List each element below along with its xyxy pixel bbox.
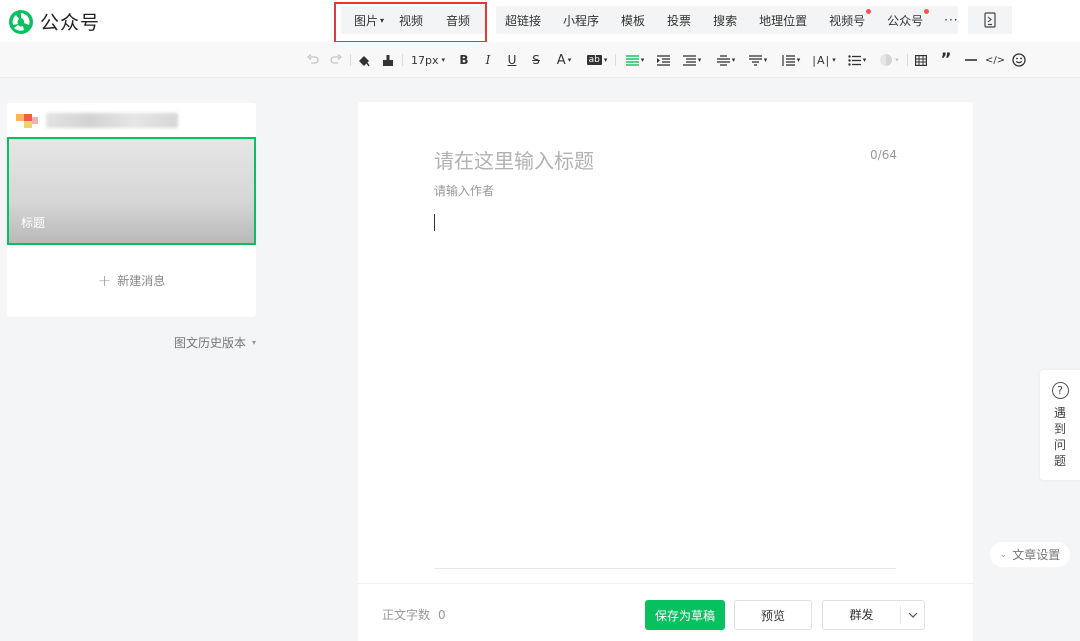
line-height-icon[interactable]: ▾ [779, 52, 803, 68]
line-spacing-top-icon[interactable]: ▾ [714, 52, 738, 68]
background-color-button[interactable]: ab ▾ [585, 52, 609, 68]
insert-channels-button[interactable]: 视频号 [818, 8, 876, 29]
strikethrough-button[interactable]: S [530, 52, 542, 68]
font-color-button[interactable]: A ▾ [554, 52, 574, 68]
account-avatar [16, 114, 38, 128]
title-input[interactable]: 请在这里输入标题 [434, 145, 594, 174]
new-badge-dot [924, 8, 930, 14]
mass-send-label: 群发 [823, 606, 901, 624]
table-icon[interactable] [914, 52, 928, 68]
font-color-glyph: A [556, 52, 566, 68]
bullet-list-icon[interactable]: ▾ [845, 52, 869, 68]
article-list-panel: 标题 + 新建消息 [7, 103, 256, 317]
insert-channels-label: 视频号 [829, 13, 866, 28]
new-message-label: 新建消息 [117, 274, 166, 288]
mass-send-button[interactable]: 群发 [822, 600, 925, 630]
article-settings-label: 文章设置 [1012, 548, 1061, 562]
insert-vote-button[interactable]: 投票 [656, 12, 702, 29]
font-size-select[interactable]: 17px ▾ [410, 52, 446, 68]
line-spacing-bottom-icon[interactable]: ▾ [746, 52, 770, 68]
insert-link-button[interactable]: 超链接 [496, 12, 552, 29]
word-count-label: 正文字数 [382, 608, 431, 622]
article-cover-selected[interactable]: 标题 [7, 137, 256, 245]
mobile-preview-button[interactable] [968, 6, 1012, 34]
word-count-value: 0 [438, 608, 446, 622]
help-label: 遇到问题 [1053, 406, 1066, 468]
align-left-icon[interactable]: ▾ [623, 52, 647, 68]
chevron-down-icon[interactable] [901, 612, 924, 618]
insert-official-account-label: 公众号 [887, 13, 924, 28]
undo-icon[interactable] [305, 52, 319, 68]
format-toolbar: 17px ▾ B I U S A ▾ ab ▾ ▾ ▾ ▾ ▾ ▾ |A| ▾ ▾ ▾ … [0, 42, 1080, 78]
article-settings-button[interactable]: ⌄ 文章设置 [990, 542, 1070, 567]
top-header: 公众号 图片 ▾ 视频 音频 超链接 小程序 模板 投票 搜索 地理位置 视频号 … [0, 0, 1080, 42]
question-icon: ? [1051, 382, 1069, 399]
chevron-down-icon: ▾ [567, 56, 572, 64]
title-char-counter: 0/64 [870, 148, 897, 162]
insert-tools-group: 超链接 小程序 模板 投票 搜索 地理位置 视频号 公众号 ··· [496, 6, 958, 34]
emoji-icon[interactable] [1011, 52, 1027, 68]
author-input[interactable]: 请输入作者 [434, 182, 494, 199]
new-badge-dot [866, 8, 872, 14]
plus-icon: + [97, 271, 112, 290]
more-button[interactable]: ··· [934, 13, 968, 27]
insert-location-button[interactable]: 地理位置 [748, 12, 818, 29]
cover-title: 标题 [21, 216, 46, 230]
bold-button[interactable]: B [458, 52, 470, 68]
history-versions-button[interactable]: 图文历史版本 ▾ [174, 334, 256, 351]
insert-official-account-button[interactable]: 公众号 [876, 8, 934, 29]
chevron-down-icon: ▾ [603, 56, 608, 64]
editor-divider [434, 568, 896, 569]
clear-format-icon[interactable] [356, 52, 372, 68]
new-message-button[interactable]: + 新建消息 [7, 271, 256, 290]
help-floating-card[interactable]: ? 遇到问题 [1040, 370, 1080, 480]
redo-icon[interactable] [329, 52, 343, 68]
letter-spacing-icon[interactable]: |A| ▾ [812, 52, 836, 68]
underline-button[interactable]: U [506, 52, 518, 68]
preview-button[interactable]: 预览 [734, 600, 812, 630]
phone-icon [984, 12, 996, 28]
format-painter-icon[interactable] [381, 52, 395, 68]
wechat-logo-icon [9, 9, 33, 34]
dark-mode-toggle-icon[interactable]: ▾ [877, 52, 901, 68]
insert-template-button[interactable]: 模板 [610, 12, 656, 29]
double-chevron-down-icon: ⌄ [999, 549, 1008, 560]
history-label: 图文历史版本 [174, 336, 247, 350]
chevron-down-icon: ▾ [441, 56, 445, 64]
annotation-highlight-box [334, 2, 487, 43]
editor-footer: 正文字数 0 保存为草稿 预览 群发 [358, 583, 973, 641]
font-size-value: 17px [410, 53, 439, 67]
editor-area: 请在这里输入标题 0/64 请输入作者 [358, 102, 973, 641]
insert-search-button[interactable]: 搜索 [702, 12, 748, 29]
save-draft-button[interactable]: 保存为草稿 [645, 600, 725, 630]
quote-icon[interactable]: ” [939, 50, 953, 70]
chevron-down-icon: ▾ [252, 338, 257, 347]
text-caret[interactable] [434, 214, 435, 231]
word-count: 正文字数 0 [382, 606, 446, 623]
logo[interactable]: 公众号 [8, 8, 100, 35]
code-icon[interactable]: </> [985, 52, 1005, 68]
indent-icon[interactable] [656, 52, 670, 68]
account-name-blurred [46, 112, 178, 128]
insert-miniprogram-button[interactable]: 小程序 [552, 12, 610, 29]
account-row [16, 111, 178, 129]
divider-icon[interactable] [964, 52, 978, 68]
paragraph-spacing-icon[interactable]: ▾ [680, 52, 704, 68]
background-color-glyph: ab [586, 55, 602, 65]
italic-button[interactable]: I [482, 52, 494, 68]
app-name: 公众号 [40, 12, 101, 34]
